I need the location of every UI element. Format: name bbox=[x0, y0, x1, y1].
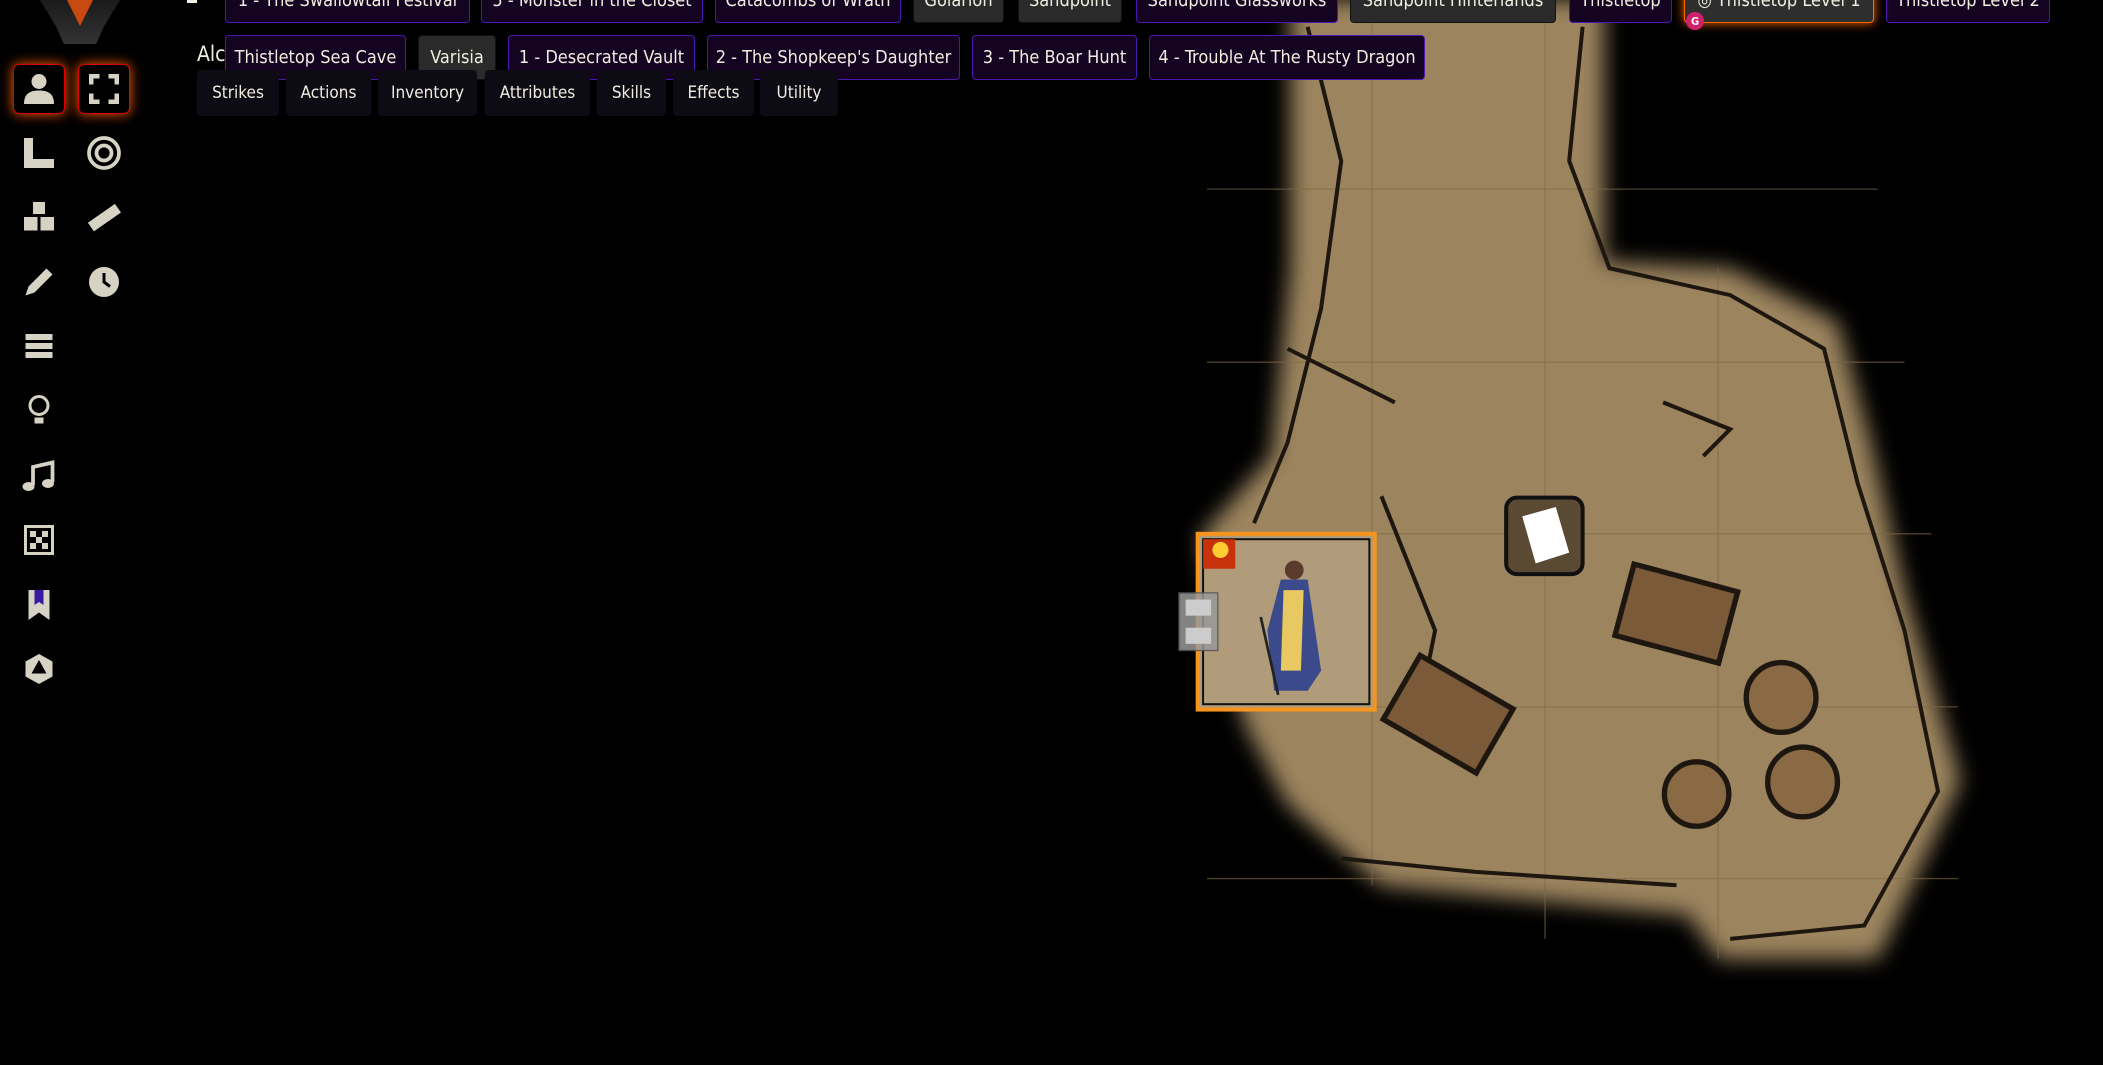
checkerboard-icon bbox=[24, 525, 54, 555]
character-token[interactable] bbox=[1195, 531, 1377, 712]
map-barrel bbox=[1765, 744, 1841, 820]
scene-nav-button[interactable]: Sandpoint bbox=[1018, 0, 1122, 23]
map-barrel bbox=[1743, 659, 1819, 736]
scene-nav-button[interactable]: 3 - The Boar Hunt bbox=[972, 35, 1137, 80]
hud-tab-strikes[interactable]: Strikes bbox=[197, 70, 279, 116]
ruler-icon bbox=[87, 203, 121, 232]
bullseye-icon bbox=[87, 136, 121, 170]
hud-tab-actions[interactable]: Actions bbox=[286, 70, 371, 116]
user-icon bbox=[24, 74, 54, 104]
hud-tab-utility[interactable]: Utility bbox=[760, 70, 838, 116]
bookmark-icon bbox=[28, 590, 50, 620]
music-note-icon bbox=[22, 460, 55, 491]
scene-nav-button[interactable]: 4 - Trouble At The Rusty Dragon bbox=[1149, 35, 1425, 80]
brick-wall-icon bbox=[25, 334, 53, 358]
scene-nav-button[interactable]: ◎ Thistletop Level 1 bbox=[1684, 0, 1874, 23]
scene-nav-button[interactable]: Sandpoint Hinterlands bbox=[1350, 0, 1556, 23]
scene-map-canvas[interactable] bbox=[0, 0, 2103, 1065]
scene-nav-button[interactable]: 5 - Monster in the Closet bbox=[481, 0, 703, 23]
hud-tab-attributes[interactable]: Attributes bbox=[485, 70, 590, 116]
hud-tab-effects[interactable]: Effects bbox=[673, 70, 754, 116]
measurement-tools-button[interactable] bbox=[13, 128, 65, 178]
scene-nav-button[interactable]: Thistletop bbox=[1569, 0, 1672, 23]
journal-notes-button[interactable] bbox=[13, 580, 65, 630]
journal-note-book-icon[interactable] bbox=[1504, 495, 1585, 577]
film-strip-icon[interactable] bbox=[1178, 592, 1219, 652]
drawing-tools-button[interactable] bbox=[13, 257, 65, 307]
lightbulb-icon bbox=[28, 395, 50, 424]
ruler-button[interactable] bbox=[78, 192, 130, 242]
ruler-combined-icon bbox=[24, 138, 54, 168]
cubes-icon bbox=[24, 202, 54, 231]
region-tools-button[interactable] bbox=[13, 515, 65, 565]
pencil-icon bbox=[25, 268, 53, 296]
expand-icon bbox=[89, 74, 119, 104]
scene-nav-button[interactable]: Sandpoint Glassworks bbox=[1136, 0, 1338, 23]
clock-button[interactable] bbox=[78, 257, 130, 307]
wall-tools-button[interactable] bbox=[13, 321, 65, 371]
hud-character-name: Alc bbox=[197, 42, 226, 66]
d20-icon bbox=[25, 654, 53, 684]
dice-tray-button[interactable] bbox=[13, 644, 65, 694]
map-barrel bbox=[1661, 759, 1732, 829]
clock-icon bbox=[89, 267, 119, 297]
hud-tab-skills[interactable]: Skills bbox=[597, 70, 666, 116]
scene-nav-button[interactable]: Golarion bbox=[913, 0, 1004, 23]
gm-viewing-badge: G bbox=[1686, 12, 1704, 30]
targets-button[interactable] bbox=[78, 128, 130, 178]
select-tool-button[interactable] bbox=[78, 64, 130, 114]
map-floor bbox=[1200, 0, 1961, 960]
tile-tools-button[interactable] bbox=[13, 192, 65, 242]
collapse-handle[interactable] bbox=[187, 0, 197, 3]
scene-nav-button[interactable]: 1 - The Swallowtail Festival bbox=[225, 0, 470, 23]
scene-nav-button[interactable]: Thistletop Level 2 bbox=[1886, 0, 2050, 23]
hud-tab-inventory[interactable]: Inventory bbox=[378, 70, 477, 116]
scene-nav-button[interactable]: Catacombs of Wrath bbox=[715, 0, 901, 23]
lighting-tools-button[interactable] bbox=[13, 385, 65, 435]
sound-tools-button[interactable] bbox=[13, 451, 65, 501]
token-controls-button[interactable] bbox=[13, 64, 65, 114]
